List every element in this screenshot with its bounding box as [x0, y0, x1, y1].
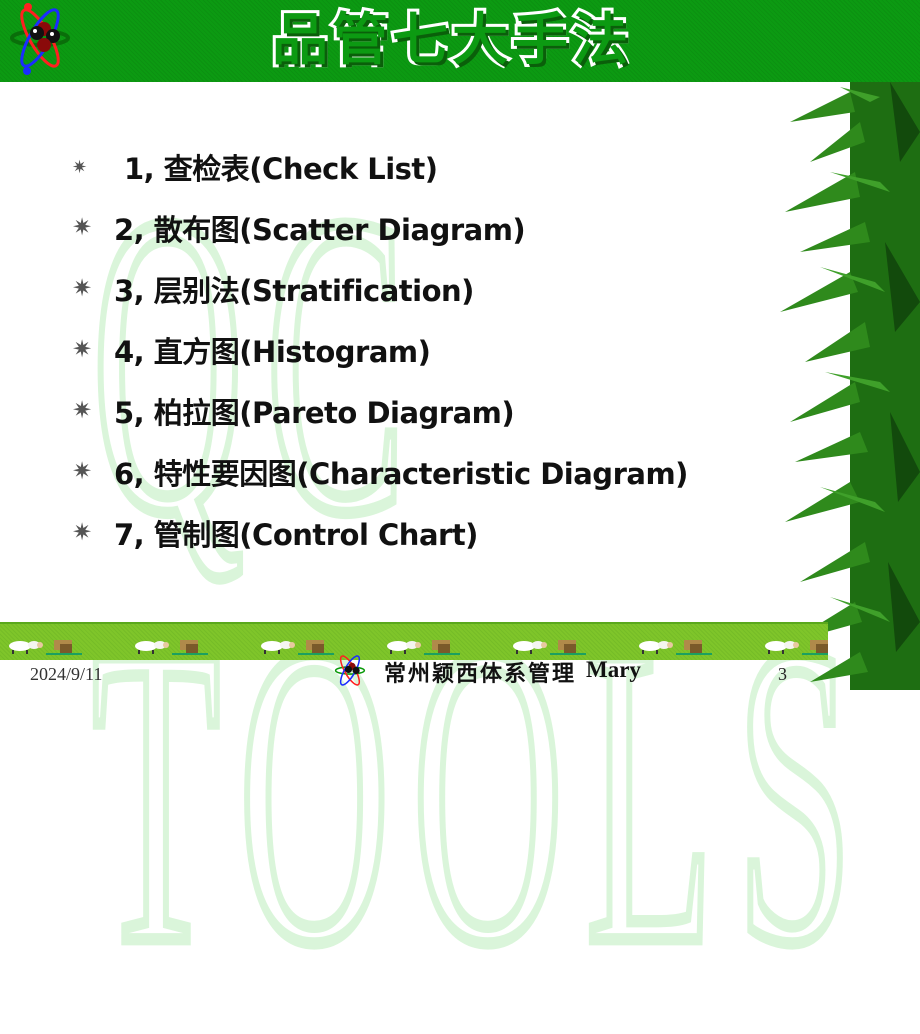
- footer-sheep-band: [0, 622, 838, 660]
- list-item-text: 6, 特性要因图(Characteristic Diagram): [114, 456, 688, 491]
- star-bullet-icon: ✷: [72, 336, 93, 363]
- list-item: ✷ 1, 查检表(Check List): [72, 136, 688, 197]
- bamboo-leaves-decoration: [780, 82, 920, 690]
- list-item: ✷ 2, 散布图(Scatter Diagram): [72, 197, 688, 258]
- list-item-text: 5, 柏拉图(Pareto Diagram): [114, 395, 515, 430]
- list-item: ✷ 3, 层别法(Stratification): [72, 258, 688, 319]
- list-item: ✷ 6, 特性要因图(Characteristic Diagram): [72, 441, 688, 502]
- list-item: ✷ 5, 柏拉图(Pareto Diagram): [72, 380, 688, 441]
- star-bullet-icon: ✷: [72, 458, 93, 485]
- star-bullet-icon: ✷: [72, 519, 93, 546]
- list-item: ✷ 4, 直方图(Histogram): [72, 319, 688, 380]
- page-title: 品管七大手法: [269, 5, 632, 76]
- list-item-text: 7, 管制图(Control Chart): [114, 517, 478, 552]
- footer-author: Mary: [586, 657, 641, 682]
- list-item-text: 1, 查检表(Check List): [124, 151, 438, 186]
- star-bullet-icon: ✷: [72, 397, 93, 424]
- footer-date: 2024/9/11: [30, 664, 103, 684]
- star-bullet-icon: ✷: [72, 214, 93, 241]
- footer-organization: 常州颖西体系管理: [384, 661, 577, 687]
- qc-tools-list: ✷ 1, 查检表(Check List) ✷ 2, 散布图(Scatter Di…: [72, 136, 688, 563]
- list-item-text: 3, 层别法(Stratification): [114, 273, 474, 308]
- list-item: ✷ 7, 管制图(Control Chart): [72, 502, 688, 563]
- footer-atom-logo-icon: [334, 655, 366, 686]
- header-banner: 品管七大手法: [0, 0, 920, 82]
- list-item-text: 2, 散布图(Scatter Diagram): [114, 212, 526, 247]
- list-item-text: 4, 直方图(Histogram): [114, 334, 431, 369]
- sheep-pattern-icon: [9, 640, 838, 655]
- atom-logo-icon: [10, 3, 70, 75]
- page-number: 3: [778, 664, 787, 684]
- star-bullet-icon: ✷: [72, 275, 93, 302]
- star-bullet-icon: ✷: [72, 156, 88, 177]
